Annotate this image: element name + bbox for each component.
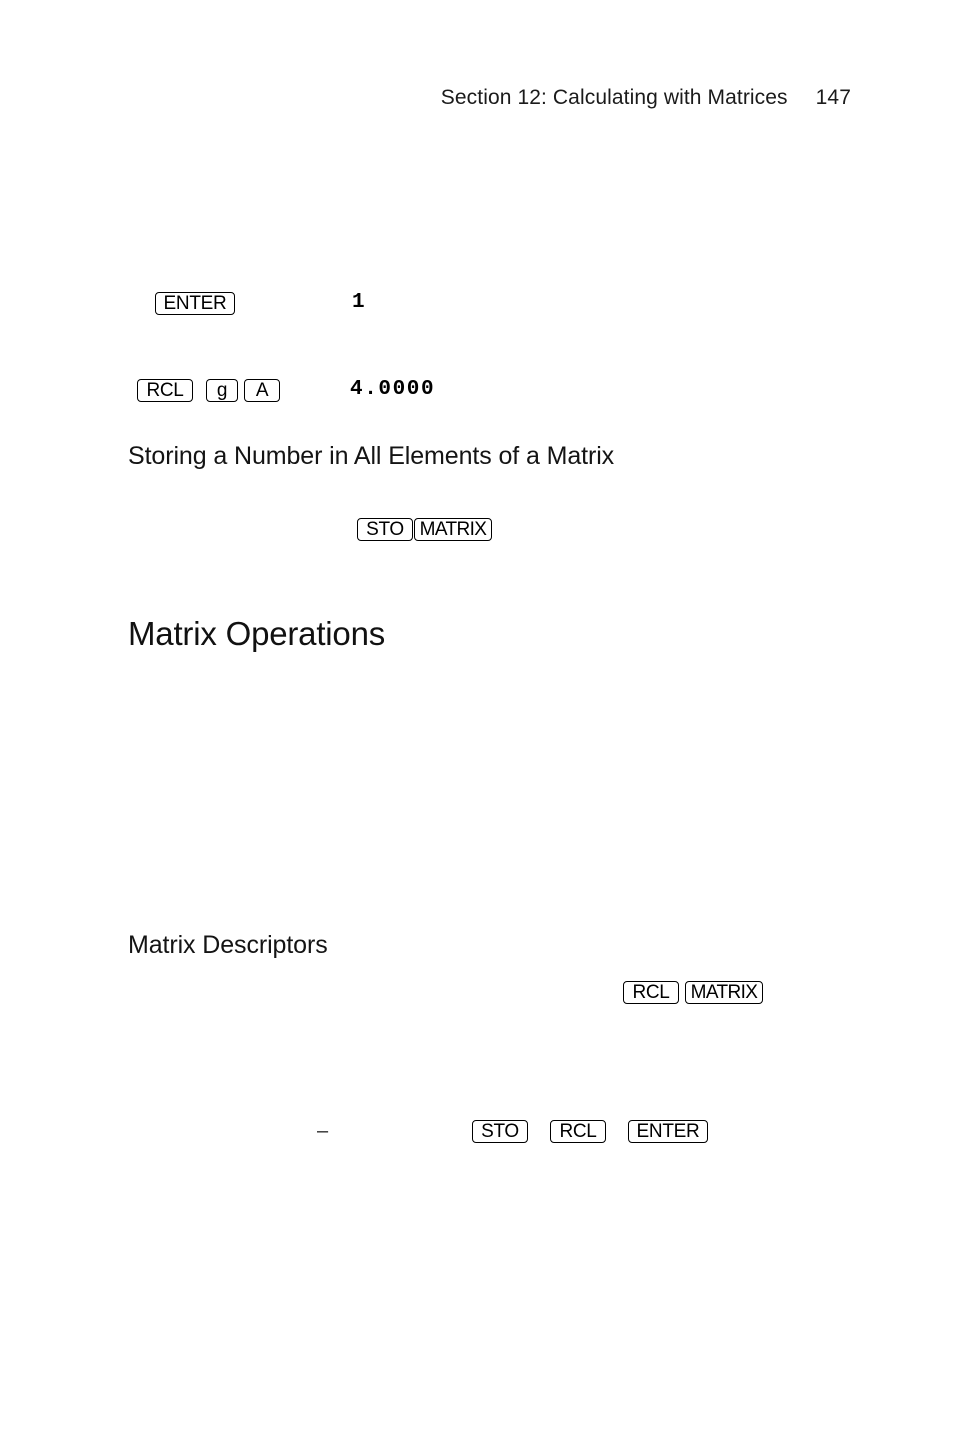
running-head-title: Section 12: Calculating with Matrices — [440, 86, 788, 109]
key-sto[interactable]: STO — [357, 518, 413, 541]
key-a[interactable]: A — [244, 379, 280, 402]
page-number: 147 — [815, 86, 851, 109]
key-g[interactable]: g — [206, 379, 238, 402]
keystroke-row-sto-rcl-enter: STO RCL ENTER — [472, 1120, 708, 1143]
key-rcl[interactable]: RCL — [137, 379, 193, 402]
key-enter[interactable]: ENTER — [155, 292, 235, 315]
key-rcl[interactable]: RCL — [623, 981, 679, 1004]
display-value-rcl-g-a: 4.0000 — [350, 378, 436, 401]
key-rcl[interactable]: RCL — [550, 1120, 606, 1143]
key-enter[interactable]: ENTER — [628, 1120, 708, 1143]
display-value-enter: 1 — [352, 291, 367, 314]
heading-storing-number: Storing a Number in All Elements of a Ma… — [128, 442, 615, 470]
heading-matrix-descriptors: Matrix Descriptors — [128, 931, 328, 959]
keystroke-row-enter: ENTER — [155, 292, 235, 315]
key-sto[interactable]: STO — [472, 1120, 528, 1143]
heading-matrix-operations: Matrix Operations — [128, 615, 386, 652]
keystroke-row-rcl-g-a: RCL g A — [137, 379, 280, 402]
key-matrix[interactable]: MATRIX — [414, 518, 492, 541]
key-matrix[interactable]: MATRIX — [685, 981, 763, 1004]
running-head: Section 12: Calculating with Matrices 147 — [0, 86, 851, 110]
dash-mark: – — [317, 1120, 329, 1142]
keystroke-row-sto-matrix: STO MATRIX — [357, 518, 492, 541]
keystroke-row-rcl-matrix: RCL MATRIX — [623, 981, 763, 1004]
manual-page: Section 12: Calculating with Matrices 147… — [0, 0, 954, 1432]
